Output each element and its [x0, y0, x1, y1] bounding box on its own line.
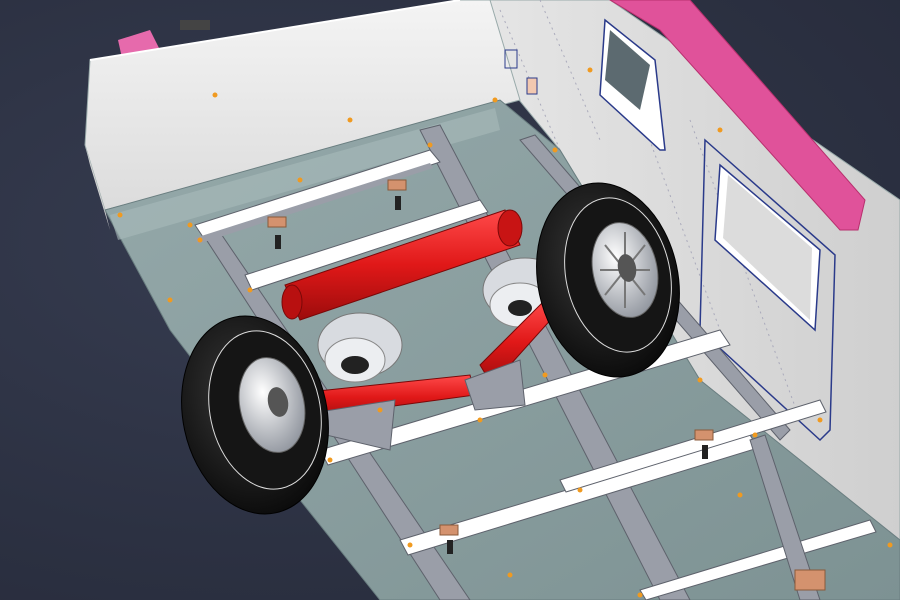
cad-viewport[interactable] — [0, 0, 900, 600]
trailer-undercarriage-model — [84, 0, 900, 600]
